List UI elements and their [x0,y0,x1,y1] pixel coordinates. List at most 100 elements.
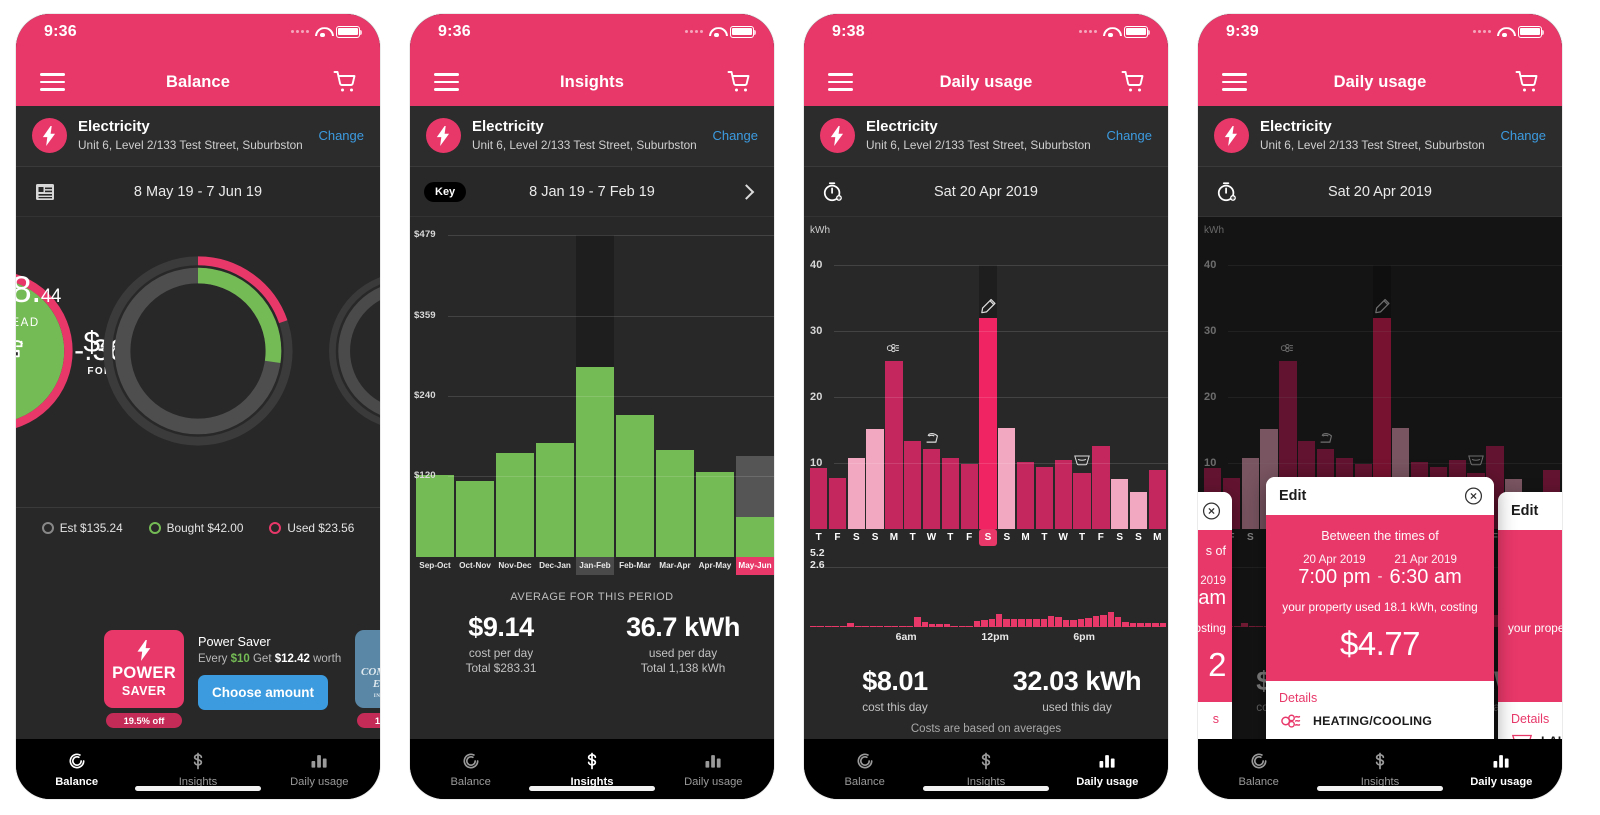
bar-column[interactable] [998,428,1016,530]
bar-column[interactable] [416,475,454,558]
cart-icon[interactable] [727,70,752,94]
cart-icon[interactable] [333,70,358,94]
period-row[interactable]: Sat 20 Apr 2019 [1198,167,1562,218]
x-axis-tick[interactable]: T [1073,529,1090,546]
insights-chart-xaxis[interactable]: Sep-Oct Oct-Nov Nov-Dec Dec-Jan Jan-Feb Feb-M… [416,557,774,576]
x-axis-tick[interactable]: Apr-May [696,557,734,575]
edit-card-next[interactable]: Edit Bet 25 Apr 8:00 your prope $ Detail… [1498,492,1562,739]
tab-insights[interactable]: Insights [1319,751,1440,788]
bar-column[interactable] [941,457,959,530]
x-axis-tick[interactable]: T [942,529,959,546]
bar-column[interactable] [1073,455,1091,530]
x-axis-tick[interactable]: Sep-Oct [416,557,454,575]
bar-column[interactable] [960,464,978,530]
x-axis-tick[interactable]: Feb-Mar [616,557,654,575]
bar-column[interactable] [847,457,865,530]
bar-column[interactable] [616,414,654,558]
choose-amount-button[interactable]: Choose amount [198,674,329,710]
period-row[interactable]: Key 8 Jan 19 - 7 Feb 19 [410,167,774,218]
period-row[interactable]: Sat 20 Apr 2019 [804,167,1168,218]
cart-icon[interactable] [1121,70,1146,94]
x-axis-tick[interactable]: M [1017,529,1034,546]
x-axis-tick[interactable]: S [979,529,997,547]
tab-daily-usage[interactable]: Daily usage [259,751,380,788]
x-axis-tick[interactable]: Nov-Dec [496,557,534,575]
x-axis-tick[interactable]: M [885,529,902,546]
edit-card[interactable]: Edit Between the times of 20 Apr 2019 7:… [1266,477,1494,739]
cart-icon[interactable] [1515,70,1540,94]
x-axis-tick[interactable]: F [961,529,978,546]
promo-power-saver[interactable]: POWER SAVER 19.5% off [104,630,184,728]
x-axis-tick[interactable]: W [1055,529,1072,546]
x-axis-tick[interactable]: T [904,529,921,546]
daily-chart-xaxis[interactable]: TFSSMTWTFSSMTWTFSSM [810,529,1166,547]
x-axis-tick[interactable]: S [848,529,865,546]
period-row[interactable]: 8 May 19 - 7 Jun 19 [16,167,380,218]
bar-column[interactable] [736,456,774,558]
promo-community-energy[interactable]: YOUR COMMUNITY ENERGY INC. PREMIUM 19.5%… [355,630,380,728]
bar-column[interactable] [1148,469,1166,530]
dial-next[interactable] [324,267,380,435]
change-account-link[interactable]: Change [712,128,758,143]
x-axis-tick[interactable]: S [1111,529,1128,546]
bar-column[interactable] [1035,467,1054,530]
x-axis-tick[interactable]: May-Jun [736,557,774,576]
bar-column[interactable] [885,343,903,530]
change-account-link[interactable]: Change [318,128,364,143]
x-axis-tick[interactable]: Jan-Feb [576,557,614,576]
x-axis-tick[interactable]: Oct-Nov [456,557,494,575]
end-time-field[interactable]: 21 Apr 2019 6:30 am [1390,553,1462,588]
bar-column[interactable] [922,432,941,530]
bar-column[interactable] [979,265,997,530]
bar-column[interactable] [828,477,847,530]
x-axis-tick[interactable]: Dec-Jan [536,557,574,575]
balance-dial[interactable] [100,253,296,449]
x-axis-tick[interactable]: Mar-Apr [656,557,694,575]
x-axis-tick[interactable]: W [923,529,940,546]
hourly-chart[interactable]: 2.6 [804,559,1168,628]
bar-column[interactable] [1054,459,1072,530]
bar-column[interactable] [1016,461,1035,530]
dial-carousel[interactable]: -.36 $4 FOR 8.44 AD Est $135.24 Bought $… [16,217,380,547]
tab-balance[interactable]: Balance [410,751,531,788]
bar-column[interactable] [904,441,922,530]
bar-column[interactable] [456,481,494,558]
x-axis-tick[interactable]: S [1130,529,1147,546]
x-axis-tick[interactable]: T [810,529,827,546]
bar-column[interactable] [866,428,884,530]
laundry-icon[interactable] [1074,453,1091,469]
edit-card-previous[interactable]: s of r 2019 0 am Wh, costing 2 s [1198,492,1232,739]
category-row[interactable]: HEATING/COOLING [1279,712,1481,730]
x-axis-tick[interactable]: F [1092,529,1109,546]
refresh-calendar-icon[interactable] [16,338,27,360]
x-axis-tick[interactable]: F [829,529,846,546]
bar-column[interactable] [1111,478,1129,530]
tab-daily-usage[interactable]: Daily usage [1441,751,1562,788]
promo-carousel[interactable]: POWER SAVER 19.5% off Power Saver Every … [16,619,380,739]
start-time-field[interactable]: 20 Apr 2019 7:00 pm [1298,553,1370,588]
tab-balance[interactable]: Balance [1198,751,1319,788]
heating-cooling-icon[interactable] [885,341,902,357]
close-circle-icon[interactable] [1464,487,1483,506]
x-axis-tick[interactable]: S [866,529,883,546]
bar-column[interactable] [536,442,574,558]
tab-balance[interactable]: Balance [16,751,137,788]
bar-column[interactable] [1129,492,1148,530]
iron-icon[interactable] [923,429,940,445]
pencil-icon[interactable] [979,298,996,314]
bar-column[interactable] [696,472,734,558]
x-axis-tick[interactable]: S [998,529,1015,546]
tab-insights[interactable]: Insights [137,751,258,788]
insights-chart[interactable]: $120 $240 $359 $479 [410,217,774,558]
tab-balance[interactable]: Balance [804,751,925,788]
bar-column[interactable] [1092,445,1110,530]
close-circle-icon[interactable] [1202,502,1221,521]
tab-insights[interactable]: Insights [531,751,652,788]
tab-daily-usage[interactable]: Daily usage [1047,751,1168,788]
x-axis-tick[interactable]: T [1036,529,1053,546]
daily-chart[interactable]: 10 20 30 40 [804,239,1168,530]
bar-column[interactable] [656,449,694,558]
change-account-link[interactable]: Change [1500,128,1546,143]
tab-daily-usage[interactable]: Daily usage [653,751,774,788]
x-axis-tick[interactable]: M [1149,529,1166,546]
